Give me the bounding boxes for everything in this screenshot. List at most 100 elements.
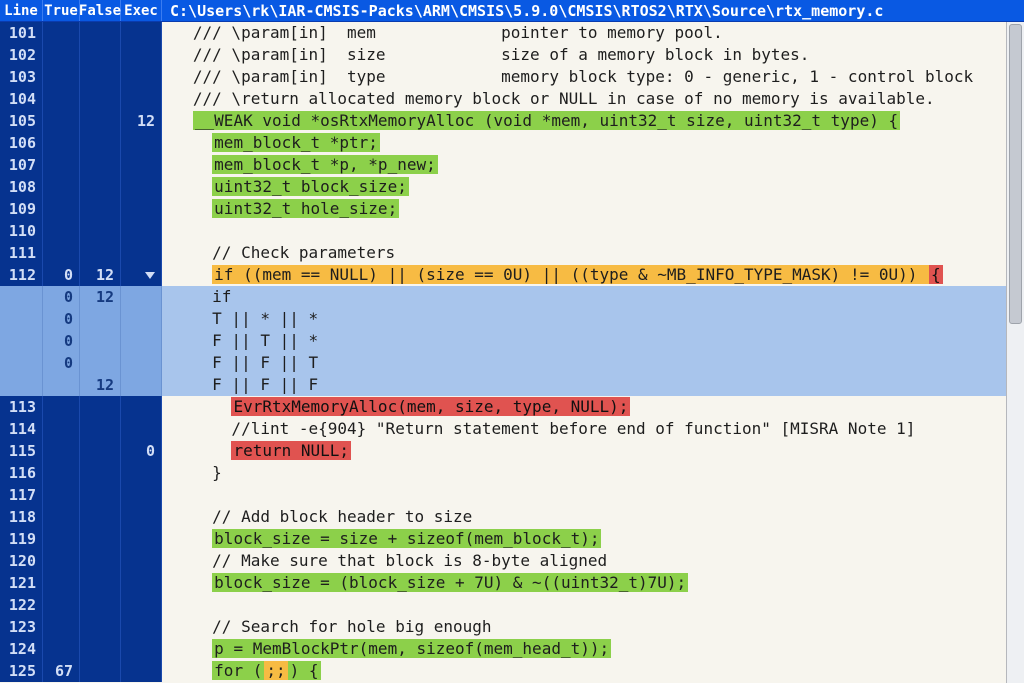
code-text: T || * || * [162,308,1024,330]
exec-count [121,396,162,418]
code-row[interactable]: 10512 __WEAK void *osRtxMemoryAlloc (voi… [0,110,1024,132]
code-row[interactable]: 121 block_size = (block_size + 7U) & ~((… [0,572,1024,594]
code-row[interactable]: 108 uint32_t block_size; [0,176,1024,198]
true-count: 0 [43,264,80,286]
true-count [43,616,80,638]
line-number [0,308,43,330]
exec-count [121,154,162,176]
header-false[interactable]: False [80,0,121,21]
code-row[interactable]: 12567 for (;;) { [0,660,1024,682]
exec-count [121,198,162,220]
true-count [43,594,80,616]
code-row[interactable]: 101 /// \param[in] mem pointer to memory… [0,22,1024,44]
code-text: return NULL; [162,440,1024,462]
exec-count [121,374,162,396]
exec-count [121,528,162,550]
code-row[interactable]: 122 [0,594,1024,616]
true-count [43,506,80,528]
false-count: 12 [80,264,121,286]
true-count [43,572,80,594]
mcdc-row[interactable]: 0 T || * || * [0,308,1024,330]
exec-count [121,352,162,374]
line-number: 124 [0,638,43,660]
exec-count [121,264,162,286]
code-row[interactable]: 106 mem_block_t *ptr; [0,132,1024,154]
expand-icon[interactable] [145,272,155,279]
false-count [80,242,121,264]
true-count [43,462,80,484]
exec-count [121,242,162,264]
exec-count [121,418,162,440]
code-row[interactable]: 112012 if ((mem == NULL) || (size == 0U)… [0,264,1024,286]
exec-count [121,550,162,572]
false-count [80,66,121,88]
code-row[interactable]: 117 [0,484,1024,506]
code-row[interactable]: 103 /// \param[in] type memory block typ… [0,66,1024,88]
line-number [0,330,43,352]
false-count [80,550,121,572]
code-row[interactable]: 113 EvrRtxMemoryAlloc(mem, size, type, N… [0,396,1024,418]
code-row[interactable]: 114 //lint -e{904} "Return statement bef… [0,418,1024,440]
code-row[interactable]: 120 // Make sure that block is 8-byte al… [0,550,1024,572]
line-number: 115 [0,440,43,462]
scrollbar-thumb[interactable] [1009,24,1022,324]
code-text: EvrRtxMemoryAlloc(mem, size, type, NULL)… [162,396,1024,418]
code-text: mem_block_t *p, *p_new; [162,154,1024,176]
line-number: 125 [0,660,43,682]
mcdc-row[interactable]: 012 if [0,286,1024,308]
exec-count [121,572,162,594]
exec-count: 12 [121,110,162,132]
header-line[interactable]: Line [0,0,43,21]
exec-count [121,462,162,484]
false-count [80,176,121,198]
code-text [162,220,1024,242]
false-count [80,572,121,594]
exec-count [121,220,162,242]
code-text: F || F || T [162,352,1024,374]
line-number: 110 [0,220,43,242]
exec-count [121,44,162,66]
true-count [43,396,80,418]
code-row[interactable]: 111 // Check parameters [0,242,1024,264]
false-count [80,110,121,132]
vertical-scrollbar[interactable] [1006,22,1024,683]
code-row[interactable]: 119 block_size = size + sizeof(mem_block… [0,528,1024,550]
code-text: mem_block_t *ptr; [162,132,1024,154]
exec-count [121,176,162,198]
code-row[interactable]: 118 // Add block header to size [0,506,1024,528]
mcdc-row[interactable]: 0 F || F || T [0,352,1024,374]
true-count [43,88,80,110]
code-row[interactable]: 107 mem_block_t *p, *p_new; [0,154,1024,176]
line-number [0,374,43,396]
code-row[interactable]: 109 uint32_t hole_size; [0,198,1024,220]
code-text: if ((mem == NULL) || (size == 0U) || ((t… [162,264,1024,286]
false-count [80,440,121,462]
mcdc-row[interactable]: 12 F || F || F [0,374,1024,396]
line-number: 112 [0,264,43,286]
code-row[interactable]: 102 /// \param[in] size size of a memory… [0,44,1024,66]
code-row[interactable]: 124 p = MemBlockPtr(mem, sizeof(mem_head… [0,638,1024,660]
header-exec[interactable]: Exec [121,0,162,21]
exec-count: 0 [121,440,162,462]
exec-count [121,286,162,308]
line-number: 109 [0,198,43,220]
true-count [43,242,80,264]
code-row[interactable]: 115 0 return NULL; [0,440,1024,462]
false-count [80,44,121,66]
code-row[interactable]: 116 } [0,462,1024,484]
false-count: 12 [80,374,121,396]
false-count: 12 [80,286,121,308]
mcdc-row[interactable]: 0 F || T || * [0,330,1024,352]
code-row[interactable]: 104 /// \return allocated memory block o… [0,88,1024,110]
false-count [80,308,121,330]
header-true[interactable]: True [43,0,80,21]
line-number: 102 [0,44,43,66]
true-count [43,440,80,462]
code-row[interactable]: 110 [0,220,1024,242]
true-count [43,220,80,242]
exec-count [121,132,162,154]
true-count [43,132,80,154]
exec-count [121,330,162,352]
line-number: 108 [0,176,43,198]
code-row[interactable]: 123 // Search for hole big enough [0,616,1024,638]
